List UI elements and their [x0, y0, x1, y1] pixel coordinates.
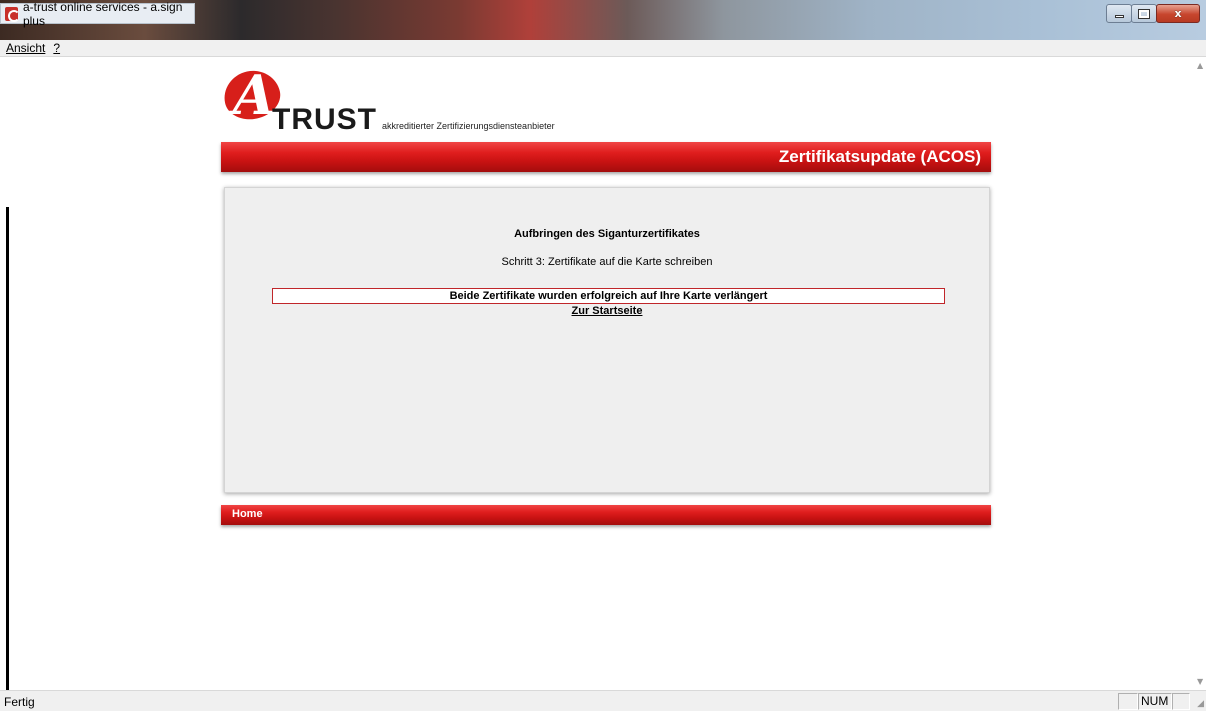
resize-grip-icon[interactable]: ◢ — [1197, 699, 1204, 709]
minimize-button[interactable] — [1106, 4, 1132, 23]
minimize-icon — [1114, 15, 1124, 18]
header-bar: Zertifikatsupdate (ACOS) — [221, 142, 991, 172]
window-controls: x — [1106, 4, 1200, 23]
statusbar: Fertig NUM ◢ — [0, 690, 1206, 711]
scroll-down-icon[interactable]: ▼ — [1197, 677, 1203, 686]
close-icon: x — [1174, 7, 1182, 20]
menu-help[interactable]: ? — [53, 41, 60, 55]
menubar: Ansicht ? — [0, 40, 1206, 57]
menu-ansicht[interactable]: Ansicht — [6, 41, 45, 55]
num-lock-indicator: NUM — [1138, 693, 1172, 710]
window-titlebar[interactable]: a-trust online services - a.sign plus x — [0, 0, 1206, 40]
panel-heading: Aufbringen des Siganturzertifikates — [514, 228, 700, 240]
window-title-text: a-trust online services - a.sign plus — [22, 0, 183, 28]
maximize-icon — [1138, 8, 1150, 19]
menu-help-label: ? — [53, 41, 61, 55]
app-icon — [5, 6, 20, 22]
logo-mark-letter: A — [233, 63, 275, 127]
logo-brand-text: TRUST — [272, 103, 377, 136]
a-trust-logo: A TRUST akkreditierter Zertifizierungsdi… — [222, 67, 642, 147]
step-text: Schritt 3: Zertifikate auf die Karte sch… — [501, 256, 713, 268]
maximize-button[interactable] — [1131, 4, 1157, 23]
footer-bar: Home — [221, 505, 991, 525]
page-title: Zertifikatsupdate (ACOS) — [778, 147, 981, 166]
scroll-up-icon[interactable]: ▲ — [1197, 61, 1203, 70]
window-left-edge — [0, 57, 10, 690]
status-cell-empty — [1118, 693, 1138, 710]
content-panel: Aufbringen des Siganturzertifikates Schr… — [224, 187, 990, 493]
start-page-link[interactable]: Zur Startseite — [225, 305, 989, 317]
logo-tagline: akkreditierter Zertifizierungsdiensteanb… — [382, 121, 555, 131]
status-text: Fertig — [4, 695, 35, 709]
vertical-scrollbar[interactable]: ▲ ▼ — [1195, 57, 1206, 690]
status-cell-empty-2 — [1172, 693, 1190, 710]
home-link[interactable]: Home — [232, 508, 263, 520]
window-title: a-trust online services - a.sign plus — [0, 0, 195, 28]
close-button[interactable]: x — [1156, 4, 1200, 23]
success-message: Beide Zertifikate wurden erfolgreich auf… — [272, 288, 945, 304]
menu-ansicht-label: Ansicht — [6, 41, 46, 55]
browser-content: A TRUST akkreditierter Zertifizierungsdi… — [10, 57, 1195, 690]
